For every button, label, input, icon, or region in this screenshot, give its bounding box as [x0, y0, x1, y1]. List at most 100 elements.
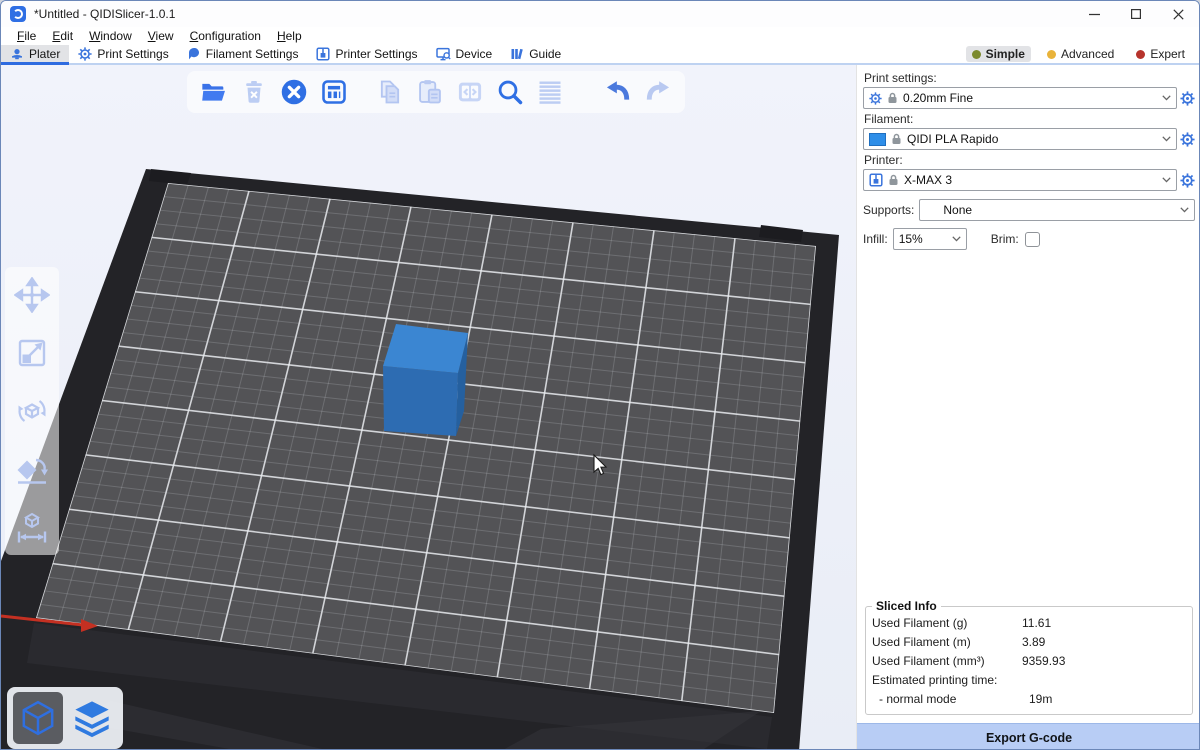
menu-item-configuration[interactable]: Configuration [182, 29, 269, 43]
paste-button[interactable] [415, 77, 445, 107]
filament-gear-button[interactable] [1180, 132, 1195, 147]
menu-item-window[interactable]: Window [81, 29, 140, 43]
tab-device[interactable]: Device [427, 45, 502, 63]
copy-button[interactable] [375, 77, 405, 107]
sliced-info-row-label: Estimated printing time: [872, 671, 1022, 690]
arrange-button[interactable] [319, 77, 349, 107]
chevron-down-icon [1162, 177, 1171, 183]
printer-icon [869, 173, 883, 187]
settings-panel: Print settings: 0.20mm Fine Filament: [856, 65, 1200, 750]
advanced-mode-dot-icon [1047, 50, 1056, 59]
tab-printer-settings[interactable]: Printer Settings [307, 45, 426, 63]
tab-label: Device [456, 47, 493, 61]
search-icon [496, 78, 524, 106]
mode-label: Simple [986, 47, 1025, 61]
menu-item-edit[interactable]: Edit [44, 29, 81, 43]
gear-icon [869, 92, 882, 105]
viewport-3d[interactable] [1, 65, 856, 750]
delete-button[interactable] [239, 77, 269, 107]
print-settings-combo[interactable]: 0.20mm Fine [863, 87, 1177, 109]
expert-mode-dot-icon [1136, 50, 1145, 59]
printer-combo[interactable]: X-MAX 3 [863, 169, 1177, 191]
sliced-info-row-label: - normal mode [872, 690, 1029, 709]
sliced-info-row-value: 3.89 [1022, 633, 1045, 652]
export-gcode-button[interactable]: Export G-code [857, 723, 1200, 750]
build-plate-scene [1, 65, 856, 750]
redo-button[interactable] [643, 77, 673, 107]
layer-height-icon [535, 78, 565, 106]
device-icon [436, 47, 451, 61]
open-button[interactable] [199, 77, 229, 107]
tab-filament-settings[interactable]: Filament Settings [178, 45, 308, 63]
printer-gear-button[interactable] [1180, 173, 1195, 188]
sliced-info-row: Used Filament (mm³)9359.93 [872, 652, 1186, 671]
move-tool-icon[interactable] [14, 277, 50, 313]
sliced-info-row: - normal mode19m [872, 690, 1186, 709]
maximize-button[interactable] [1115, 1, 1157, 27]
guide-icon [510, 47, 524, 61]
sliced-info-row: Used Filament (m)3.89 [872, 633, 1186, 652]
print-settings-gear-button[interactable] [1180, 91, 1195, 106]
sliced-info-row-label: Used Filament (mm³) [872, 652, 1022, 671]
close-button[interactable] [1157, 1, 1199, 27]
mode-label: Expert [1150, 47, 1185, 61]
minimize-button[interactable] [1073, 1, 1115, 27]
rotate-tool-icon[interactable] [14, 393, 50, 429]
redo-icon [643, 78, 673, 106]
measure-tool-icon[interactable] [14, 509, 50, 545]
sliced-info-row-value: 11.61 [1022, 614, 1051, 633]
window-title: *Untitled - QIDISlicer-1.0.1 [34, 7, 175, 21]
lock-icon [891, 133, 902, 145]
scale-tool-icon[interactable] [14, 335, 50, 371]
filament-combo[interactable]: QIDI PLA Rapido [863, 128, 1177, 150]
undo-button[interactable] [603, 77, 633, 107]
mode-advanced[interactable]: Advanced [1041, 46, 1120, 62]
filament-icon [187, 47, 201, 61]
tab-guide[interactable]: Guide [501, 45, 570, 63]
mode-selector: Simple Advanced Expert [966, 46, 1199, 62]
printer-value: X-MAX 3 [904, 173, 952, 187]
lock-icon [887, 92, 898, 104]
printer-label: Printer: [864, 153, 1195, 167]
search-button[interactable] [495, 77, 525, 107]
mode-label: Advanced [1061, 47, 1114, 61]
tab-label: Filament Settings [206, 47, 299, 61]
editor-view-button[interactable] [13, 692, 63, 744]
variable-layer-height-button[interactable] [535, 77, 565, 107]
menu-item-help[interactable]: Help [269, 29, 310, 43]
layers-stack-icon [72, 697, 112, 739]
trash-icon [241, 79, 267, 105]
app-window: *Untitled - QIDISlicer-1.0.1 FileEditWin… [0, 0, 1200, 750]
delete-all-button[interactable] [279, 77, 309, 107]
sliced-info-row-value: 19m [1029, 690, 1052, 709]
tab-plater[interactable]: Plater [1, 45, 69, 63]
sliced-info-title: Sliced Info [872, 599, 941, 613]
brim-checkbox[interactable] [1025, 232, 1040, 247]
tab-label: Printer Settings [335, 47, 417, 61]
simple-mode-dot-icon [972, 50, 981, 59]
view-toggle [7, 687, 123, 749]
tab-print-settings[interactable]: Print Settings [69, 45, 177, 63]
model-cube[interactable] [383, 324, 468, 436]
preview-view-button[interactable] [67, 692, 117, 744]
mode-simple[interactable]: Simple [966, 46, 1031, 62]
print-settings-value: 0.20mm Fine [903, 91, 973, 105]
mode-expert[interactable]: Expert [1130, 46, 1191, 62]
sliced-info-panel: Sliced Info Used Filament (g)11.61Used F… [865, 599, 1193, 715]
menu-item-file[interactable]: File [9, 29, 44, 43]
open-folder-icon [200, 78, 228, 106]
infill-combo[interactable]: 15% [893, 228, 967, 250]
tab-label: Guide [529, 47, 561, 61]
sliced-info-row: Estimated printing time: [872, 671, 1186, 690]
supports-combo[interactable]: None [919, 199, 1195, 221]
main-toolbar [187, 71, 685, 113]
place-on-face-tool-icon[interactable] [14, 451, 50, 487]
filament-label: Filament: [864, 112, 1195, 126]
split-objects-button[interactable] [455, 77, 485, 107]
plater-icon [10, 47, 24, 61]
chevron-down-icon [1180, 207, 1189, 213]
app-logo-icon [10, 6, 26, 22]
brim-label: Brim: [991, 232, 1019, 246]
menu-item-view[interactable]: View [140, 29, 182, 43]
chevron-down-icon [952, 236, 961, 242]
